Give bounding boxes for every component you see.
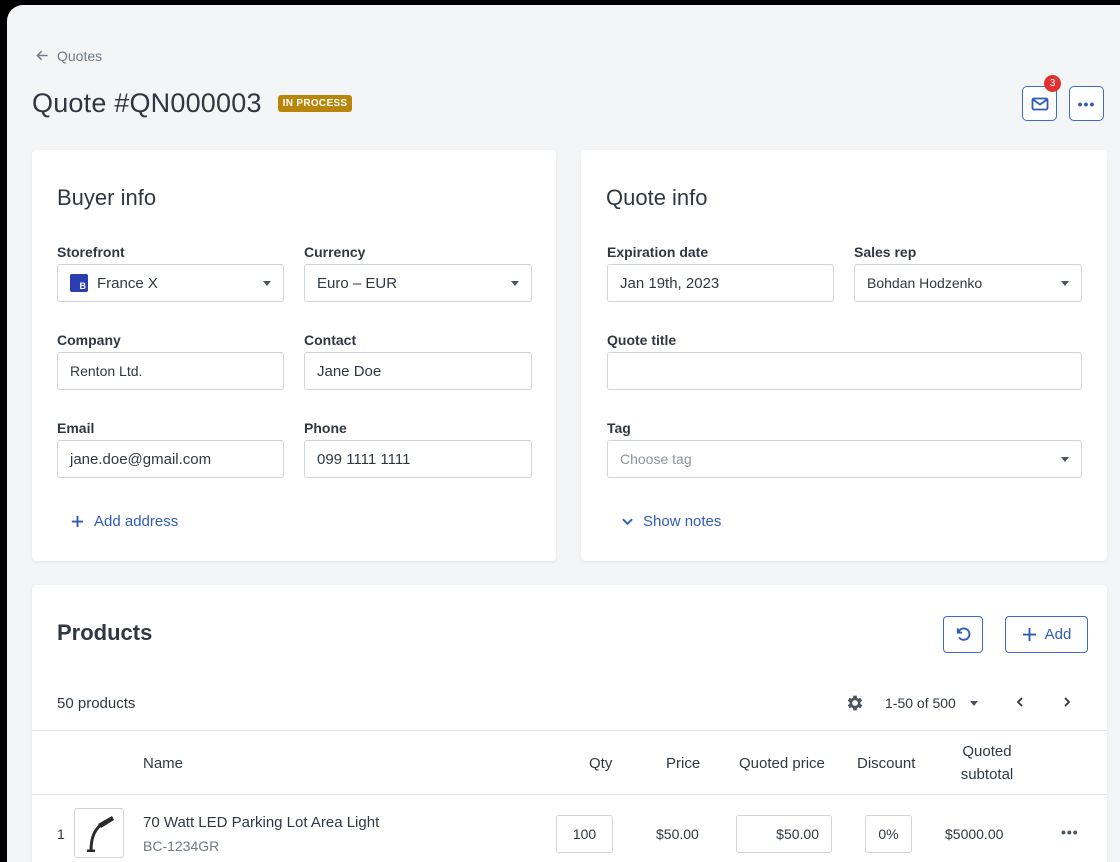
show-notes-label: Show notes xyxy=(643,513,722,530)
sales-rep-select[interactable]: Bohdan Hodzenko xyxy=(854,264,1082,302)
prev-page-button[interactable] xyxy=(1010,692,1030,712)
quoted-price-input[interactable]: $50.00 xyxy=(736,815,832,853)
products-table-header: Name Qty Price Quoted price Discount Quo… xyxy=(32,730,1107,795)
currency-label: Currency xyxy=(304,244,366,260)
storefront-value: France X xyxy=(97,274,158,292)
company-label: Company xyxy=(57,332,121,348)
products-count: 50 products xyxy=(57,695,136,712)
contact-value: Jane Doe xyxy=(317,362,382,380)
storefront-label: Storefront xyxy=(57,244,125,260)
quote-info-card: Quote info Expiration date Jan 19th, 202… xyxy=(581,150,1107,561)
caret-down-icon xyxy=(1061,456,1069,462)
buyer-info-card: Buyer info Storefront B France X Currenc… xyxy=(32,150,556,561)
app-window: Quotes Quote #QN000003 IN PROCESS 3 ••• … xyxy=(7,5,1120,862)
tag-select[interactable]: Choose tag xyxy=(607,440,1082,478)
column-header-price[interactable]: Price xyxy=(666,752,700,775)
caret-down-icon xyxy=(263,280,271,286)
chevron-left-icon xyxy=(1016,697,1023,707)
phone-value: 099 1111 1111 xyxy=(317,450,411,468)
tag-placeholder: Choose tag xyxy=(620,451,692,467)
back-label: Quotes xyxy=(57,47,103,64)
storefront-icon: B xyxy=(70,274,88,292)
storefront-select[interactable]: B France X xyxy=(57,264,284,302)
pagination-label: 1-50 of 500 xyxy=(885,695,956,711)
quoted-subtotal-value: $5000.00 xyxy=(945,826,1004,842)
caret-down-icon xyxy=(1061,280,1069,286)
sales-rep-label: Sales rep xyxy=(854,244,917,260)
email-field[interactable]: jane.doe@gmail.com xyxy=(57,440,284,478)
column-header-quoted-subtotal[interactable]: Quoted subtotal xyxy=(952,740,1022,786)
caret-down-icon xyxy=(969,700,978,706)
add-product-label: Add xyxy=(1044,626,1072,643)
expiration-date-value: Jan 19th, 2023 xyxy=(620,274,720,292)
notification-count-badge: 3 xyxy=(1044,75,1061,92)
row-more-button[interactable]: ••• xyxy=(1061,824,1079,840)
expiration-date-field[interactable]: Jan 19th, 2023 xyxy=(607,264,834,302)
email-label: Email xyxy=(57,420,95,436)
add-product-button[interactable]: Add xyxy=(1005,616,1088,653)
page-title: Quote #QN000003 xyxy=(32,88,262,118)
products-title: Products xyxy=(57,620,153,645)
qty-input[interactable]: 100 xyxy=(556,815,613,853)
phone-field[interactable]: 099 1111 1111 xyxy=(304,440,532,478)
title-row: Quote #QN000003 IN PROCESS xyxy=(32,88,353,119)
expiration-date-label: Expiration date xyxy=(607,244,709,260)
company-field[interactable]: Renton Ltd. xyxy=(57,352,284,390)
mail-button[interactable]: 3 xyxy=(1022,75,1061,121)
column-header-discount[interactable]: Discount xyxy=(857,752,915,775)
discount-input[interactable]: 0% xyxy=(865,815,912,853)
refresh-icon xyxy=(956,627,970,641)
gear-icon[interactable] xyxy=(845,693,865,713)
buyer-info-title: Buyer info xyxy=(57,185,157,210)
more-options-button[interactable]: ••• xyxy=(1069,86,1104,121)
column-header-qty[interactable]: Qty xyxy=(589,752,612,775)
sales-rep-value: Bohdan Hodzenko xyxy=(867,275,983,291)
quote-title-label: Quote title xyxy=(607,332,677,348)
arrow-left-icon xyxy=(36,50,48,61)
column-header-quoted-price[interactable]: Quoted price xyxy=(739,752,825,775)
plus-icon xyxy=(1022,627,1036,642)
next-page-button[interactable] xyxy=(1057,692,1077,712)
table-row: 1 70 Watt LED Parking Lot Area Light BC-… xyxy=(32,795,1107,862)
quote-title-field[interactable] xyxy=(607,352,1082,390)
quoted-subtotal-line-1: Quoted xyxy=(962,743,1012,760)
product-name[interactable]: 70 Watt LED Parking Lot Area Light xyxy=(143,814,379,831)
contact-label: Contact xyxy=(304,332,357,348)
pagination-select[interactable]: 1-50 of 500 xyxy=(885,695,978,711)
product-sku: BC-1234GR xyxy=(143,838,220,854)
status-badge: IN PROCESS xyxy=(277,95,353,112)
price-value: $50.00 xyxy=(656,826,699,842)
products-card: Products Add 50 products 1-50 of 500 Nam… xyxy=(32,585,1107,862)
quoted-subtotal-line-2: subtotal xyxy=(960,766,1014,783)
lamp-image-icon xyxy=(87,816,114,852)
row-index: 1 xyxy=(57,826,65,842)
back-link[interactable]: Quotes xyxy=(34,47,102,64)
tag-label: Tag xyxy=(607,420,631,436)
currency-value: Euro – EUR xyxy=(317,274,398,292)
plus-icon xyxy=(71,515,84,528)
quote-info-title: Quote info xyxy=(606,185,708,210)
chevron-right-icon xyxy=(1064,697,1071,707)
email-value: jane.doe@gmail.com xyxy=(70,450,212,468)
reset-button[interactable] xyxy=(943,616,983,653)
currency-select[interactable]: Euro – EUR xyxy=(304,264,532,302)
mail-icon xyxy=(1031,97,1048,110)
add-address-label: Add address xyxy=(94,513,179,530)
phone-label: Phone xyxy=(304,420,347,436)
caret-down-icon xyxy=(511,280,519,286)
contact-field[interactable]: Jane Doe xyxy=(304,352,532,390)
show-notes-link[interactable]: Show notes xyxy=(621,513,721,530)
more-icon: ••• xyxy=(1077,95,1096,112)
chevron-down-icon xyxy=(622,518,633,526)
company-value: Renton Ltd. xyxy=(70,363,143,379)
product-thumbnail xyxy=(74,808,124,858)
column-header-name[interactable]: Name xyxy=(143,752,183,775)
add-address-link[interactable]: Add address xyxy=(70,513,178,530)
